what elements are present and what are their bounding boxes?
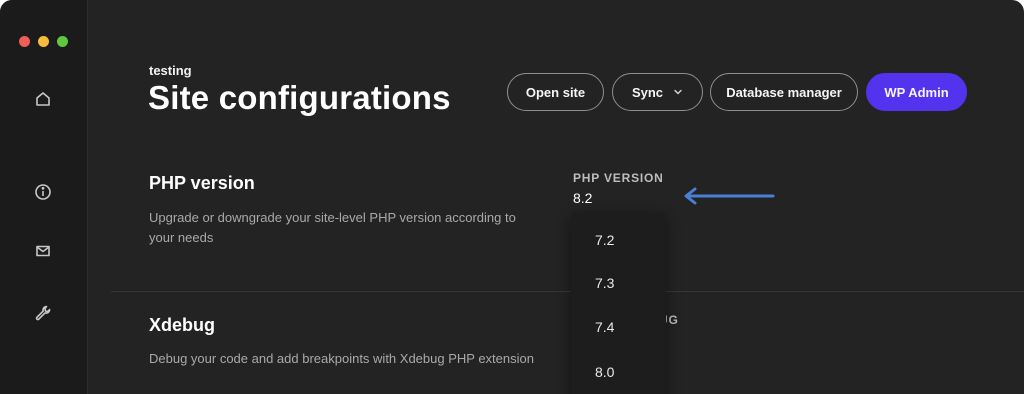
wp-admin-label: WP Admin [884, 84, 949, 100]
page-title: Site configurations [148, 79, 451, 116]
minimize-window-button[interactable] [38, 36, 49, 47]
database-manager-label: Database manager [726, 84, 842, 100]
wp-admin-button[interactable]: WP Admin [866, 73, 967, 111]
info-icon[interactable] [33, 182, 53, 202]
open-site-button[interactable]: Open site [507, 73, 604, 111]
app-window: testing Site configurations Open site Sy… [0, 0, 1024, 394]
sync-label: Sync [631, 84, 664, 100]
dropdown-option-php[interactable]: 7.4 [571, 312, 666, 342]
annotation-arrow-icon [681, 186, 775, 206]
home-icon[interactable] [33, 89, 53, 109]
sync-button[interactable]: Sync [612, 73, 703, 111]
close-window-button[interactable] [19, 36, 30, 47]
section-divider [111, 291, 1024, 292]
sidebar [0, 0, 88, 394]
php-section-description: Upgrade or downgrade your site-level PHP… [149, 210, 516, 245]
php-version-label: PHP VERSION [573, 171, 664, 185]
dropdown-option-php[interactable]: 7.3 [571, 268, 666, 298]
xdebug-section-title: Xdebug [149, 315, 215, 335]
php-version-select[interactable]: 8.2 [573, 190, 592, 206]
xdebug-section-description: Debug your code and add breakpoints with… [149, 351, 534, 366]
chevron-down-icon [674, 89, 682, 95]
mail-icon[interactable] [33, 241, 53, 261]
database-manager-button[interactable]: Database manager [710, 73, 858, 111]
main-content: testing Site configurations Open site Sy… [88, 0, 1024, 394]
site-name: testing [149, 63, 192, 78]
dropdown-option-php[interactable]: 8.0 [571, 357, 666, 387]
php-version-dropdown: 7.2 7.3 7.4 8.0 [571, 212, 666, 394]
zoom-window-button[interactable] [57, 36, 68, 47]
wrench-icon[interactable] [33, 303, 53, 323]
open-site-label: Open site [525, 84, 586, 100]
dropdown-option-php[interactable]: 7.2 [571, 225, 666, 255]
php-section-title: PHP version [149, 173, 255, 193]
